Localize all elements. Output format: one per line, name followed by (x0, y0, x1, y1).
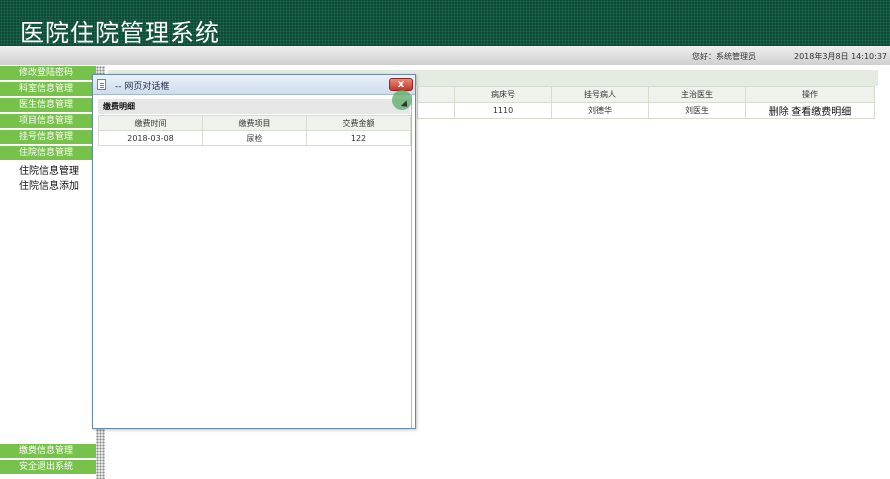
column-header-payment-time: 缴费时间 (98, 115, 203, 131)
delete-link[interactable]: 删除 (769, 107, 789, 118)
column-header-actions: 操作 (745, 86, 875, 103)
payment-detail-table: 缴费时间 缴费项目 交费金额 2018-03-08 尿检 122 (98, 115, 411, 146)
column-header-bed: 病床号 (454, 86, 552, 103)
sidebar-item-logout[interactable]: 安全退出系统 (0, 460, 96, 474)
user-greeting: 您好：系统管理员 (692, 52, 756, 61)
current-datetime: 2018年3月8日 14:10:37 (794, 52, 888, 61)
sidebar-item-project[interactable]: 项目信息管理 (0, 114, 96, 128)
sidebar-subitem-hospitalization-manage[interactable]: 住院信息管理 (19, 162, 79, 177)
cell-payment-amount: 122 (306, 130, 411, 146)
table-header-row: 病床号 挂号病人 主治医生 操作 (417, 86, 875, 103)
table-row: 2018-03-08 尿检 122 (98, 130, 411, 146)
column-header-payment-amount: 交费金额 (306, 115, 411, 131)
sidebar-item-hospitalization[interactable]: 住院信息管理 (0, 146, 96, 160)
column-header-doctor: 主治医生 (648, 86, 746, 103)
sidebar-subitem-hospitalization-add[interactable]: 住院信息添加 (19, 177, 79, 192)
dialog-title: -- 网页对话框 (115, 82, 170, 92)
dialog-section-header: 缴费明细 (98, 99, 410, 114)
dialog-table-header-row: 缴费时间 缴费项目 交费金额 (98, 115, 411, 131)
cell-bed: 1110 (454, 102, 552, 119)
close-icon: x (397, 79, 405, 90)
cell-payment-time: 2018-03-08 (98, 130, 203, 146)
dialog-body: 缴费明细 缴费时间 缴费项目 交费金额 2018-03-08 尿检 122 (94, 95, 412, 428)
view-payment-link[interactable]: 查看缴费明细 (791, 107, 851, 118)
sidebar-item-change-password[interactable]: 修改登陆密码 (0, 66, 96, 80)
sidebar-item-doctor[interactable]: 医生信息管理 (0, 98, 96, 112)
page-icon (97, 79, 106, 90)
sidebar-item-registration[interactable]: 挂号信息管理 (0, 130, 96, 144)
dialog-section-label: 缴费明细 (103, 102, 135, 111)
cell-actions: 删除 查看缴费明细 (745, 102, 875, 119)
dialog-titlebar[interactable]: -- 网页对话框 x (93, 75, 415, 95)
column-header-blank (417, 86, 455, 103)
app-title: 医院住院管理系统 (20, 19, 220, 47)
status-bar: 您好：系统管理员 2018年3月8日 14:10:37 (0, 46, 890, 65)
cell-payment-item: 尿检 (202, 130, 307, 146)
column-header-patient: 挂号病人 (551, 86, 649, 103)
app-header: 医院住院管理系统 (0, 0, 890, 47)
column-header-payment-item: 缴费项目 (202, 115, 307, 131)
table-row: 1110 刘德华 刘医生 删除 查看缴费明细 (417, 102, 875, 119)
cell-doctor: 刘医生 (648, 102, 746, 119)
hospitalization-table: 病床号 挂号病人 主治医生 操作 1110 刘德华 刘医生 删除 查看缴费明细 (417, 86, 875, 119)
cell-patient: 刘德华 (551, 102, 649, 119)
sidebar: 修改登陆密码 科室信息管理 医生信息管理 项目信息管理 挂号信息管理 住院信息管… (0, 66, 96, 479)
sidebar-item-department[interactable]: 科室信息管理 (0, 82, 96, 96)
sidebar-item-payment[interactable]: 缴费信息管理 (0, 444, 96, 458)
payment-detail-dialog: -- 网页对话框 x 缴费明细 缴费时间 缴费项目 交费金额 2018-03-0… (92, 74, 416, 429)
cell-blank (417, 102, 455, 119)
